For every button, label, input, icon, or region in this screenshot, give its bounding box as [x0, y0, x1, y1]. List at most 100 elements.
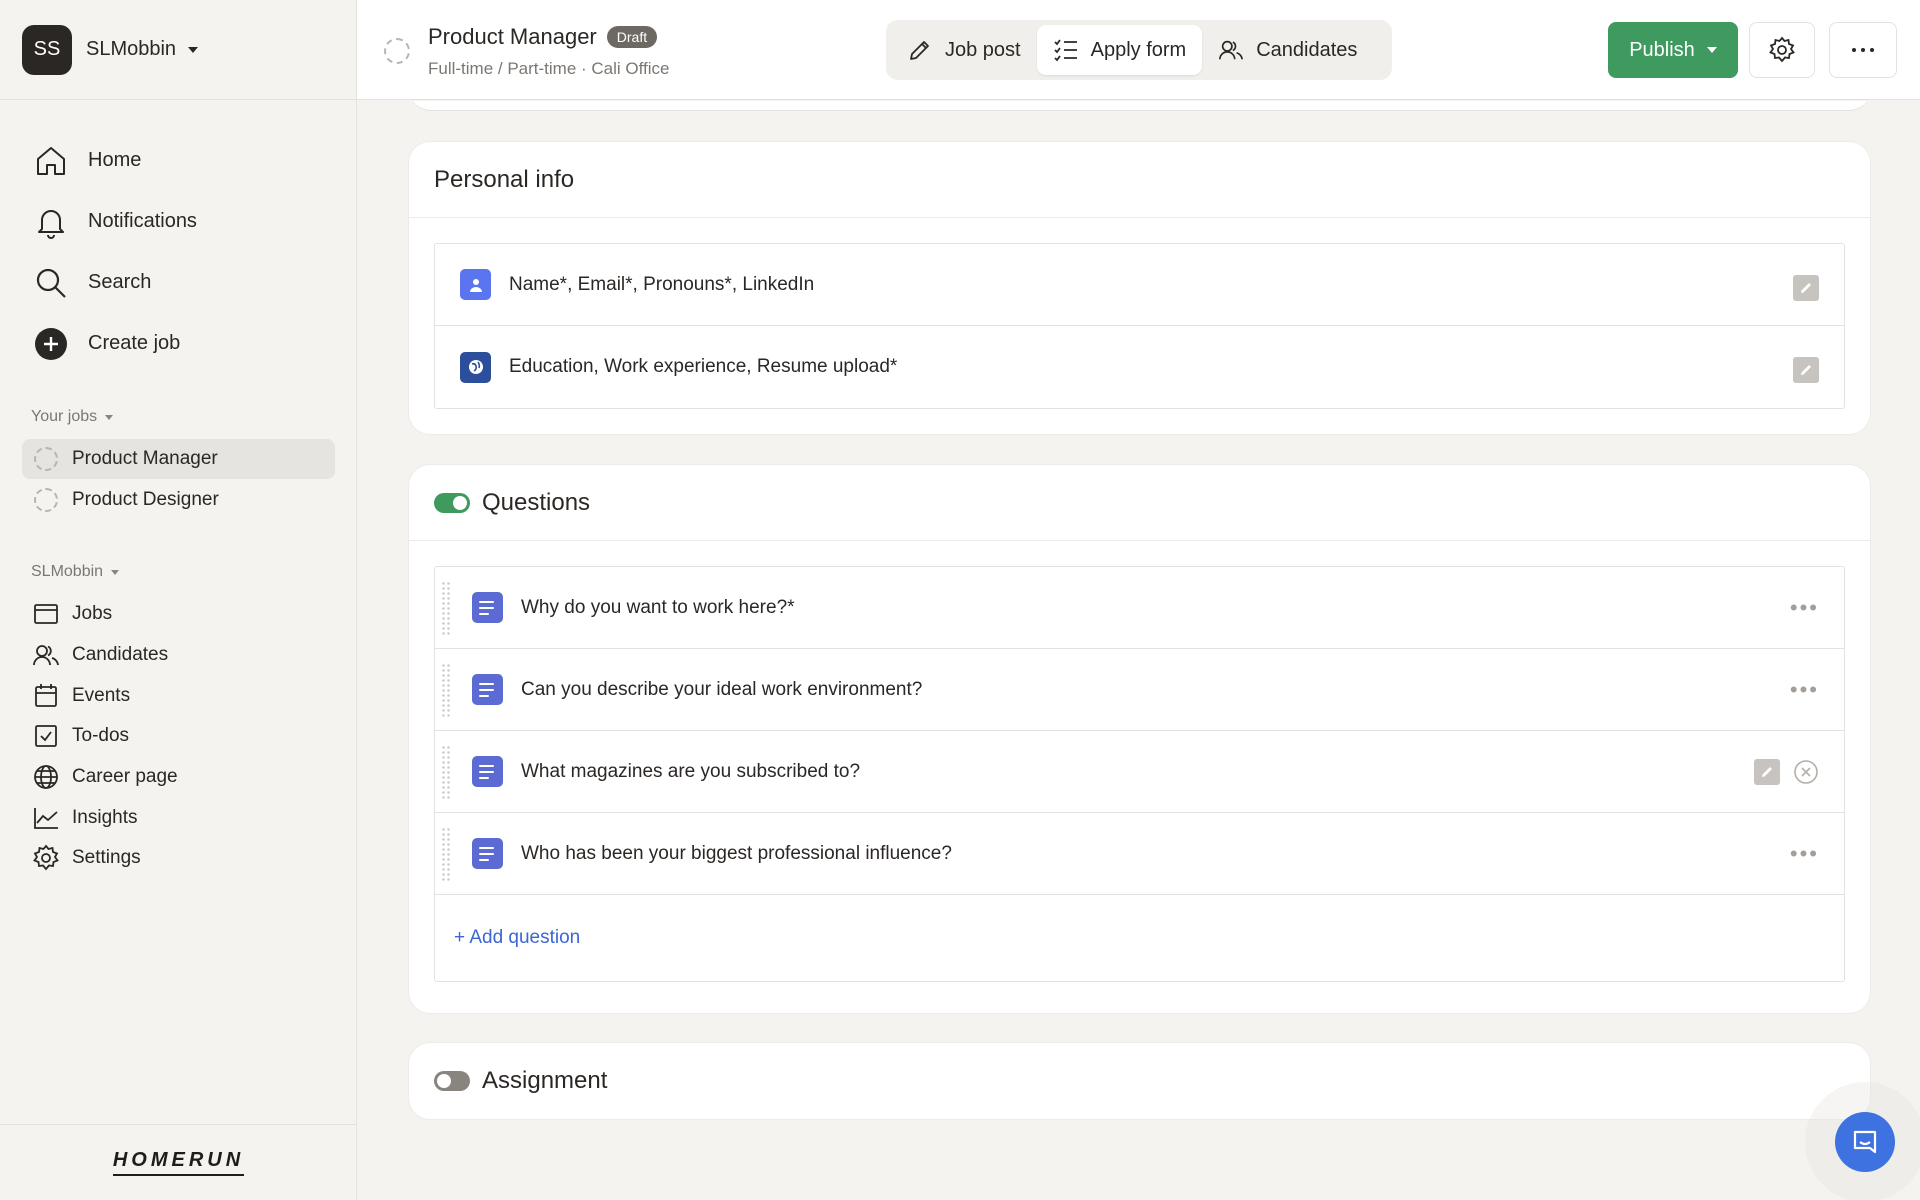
personal-info-list: Name*, Email*, Pronouns*, LinkedIn Educa…: [434, 243, 1845, 409]
job-item-product-manager[interactable]: Product Manager: [22, 439, 335, 479]
more-horizontal-icon[interactable]: •••: [1790, 595, 1819, 621]
drag-handle-icon[interactable]: [441, 581, 451, 635]
person-icon: [460, 269, 491, 300]
nav-item-home[interactable]: Home: [0, 130, 356, 191]
nav-item-notifications[interactable]: Notifications: [0, 191, 356, 252]
tab-candidates[interactable]: Candidates: [1202, 25, 1373, 75]
section-label: SLMobbin: [31, 563, 104, 580]
questions-card: Questions Why do you want to work here?*…: [408, 464, 1871, 1014]
text-question-icon: [472, 674, 503, 705]
checkbox-icon: [35, 725, 57, 748]
homerun-logo: HOMERUN: [112, 1149, 245, 1176]
more-horizontal-icon: [1852, 48, 1874, 52]
your-jobs-heading[interactable]: Your jobs: [0, 408, 114, 426]
personal-info-card: Personal info Name*, Email*, Pronouns*, …: [408, 141, 1871, 435]
more-options-button[interactable]: [1829, 22, 1897, 78]
chevron-down-icon: [111, 569, 120, 575]
more-horizontal-icon[interactable]: •••: [1790, 677, 1819, 703]
apply-form-content: Personal info Name*, Email*, Pronouns*, …: [357, 101, 1920, 1200]
assignment-toggle[interactable]: [434, 1071, 470, 1091]
card-title: Questions: [482, 488, 591, 516]
nav-item-settings[interactable]: Settings: [0, 838, 357, 879]
more-horizontal-icon[interactable]: •••: [1790, 841, 1819, 867]
personal-info-row[interactable]: Name*, Email*, Pronouns*, LinkedIn: [435, 244, 1844, 326]
nav-item-label: Events: [72, 684, 131, 706]
chevron-down-icon: [188, 46, 199, 53]
add-question-button[interactable]: + Add question: [435, 895, 1844, 981]
nav-item-todos[interactable]: To-dos: [0, 716, 357, 757]
view-tabs: Job post Apply form Candidates: [886, 20, 1392, 80]
draft-status-icon: [34, 488, 58, 512]
bell-icon: [38, 209, 64, 239]
drag-handle-icon[interactable]: [441, 745, 451, 799]
nav-item-label: Candidates: [72, 644, 169, 666]
pencil-icon: [910, 41, 929, 60]
workspace-switcher[interactable]: SS SLMobbin: [0, 0, 356, 100]
nav-item-label: Create job: [88, 332, 181, 354]
jobs-list: Product Manager Product Designer: [22, 439, 335, 521]
draft-status-icon: [384, 38, 410, 64]
chevron-down-icon: [1706, 47, 1717, 53]
gear-icon: [1769, 36, 1795, 63]
job-settings-button[interactable]: [1749, 22, 1815, 78]
nav-item-insights[interactable]: Insights: [0, 797, 357, 838]
sidebar: SS SLMobbin Home Notifications Search Cr…: [0, 0, 357, 1200]
main-nav: Home Notifications Search Create job: [0, 100, 356, 374]
job-item-product-designer[interactable]: Product Designer: [22, 480, 335, 520]
remove-icon[interactable]: [1793, 759, 1819, 790]
home-icon: [37, 146, 65, 175]
questions-toggle[interactable]: [434, 492, 470, 513]
publish-label: Publish: [1629, 38, 1695, 61]
text-question-icon: [472, 592, 503, 623]
chevron-down-icon: [105, 414, 114, 420]
toggle-knob: [437, 1074, 451, 1088]
card-title: Assignment: [482, 1067, 608, 1094]
nav-item-career-page[interactable]: Career page: [0, 757, 357, 798]
tab-apply-form[interactable]: Apply form: [1036, 25, 1203, 75]
nav-item-create-job[interactable]: Create job: [0, 313, 356, 374]
nav-item-label: Insights: [72, 806, 138, 828]
tab-label: Candidates: [1256, 38, 1358, 61]
nav-item-candidates[interactable]: Candidates: [0, 635, 357, 676]
candidates-icon: [33, 645, 59, 666]
drag-handle-icon[interactable]: [441, 827, 451, 881]
workspace-avatar: SS: [22, 24, 72, 75]
job-item-label: Product Manager: [72, 448, 218, 469]
drag-handle-icon[interactable]: [441, 663, 451, 717]
nav-item-label: Search: [88, 271, 152, 293]
row-text: Education, Work experience, Resume uploa…: [509, 356, 898, 377]
org-nav: Jobs Candidates Events To-dos Career pag…: [0, 594, 357, 879]
checklist-icon: [1053, 39, 1077, 62]
candidates-icon: [1219, 40, 1244, 60]
edit-icon[interactable]: [1793, 275, 1819, 301]
question-row[interactable]: Who has been your biggest professional i…: [435, 813, 1844, 895]
jobs-icon: [34, 604, 58, 625]
edit-icon[interactable]: [1754, 759, 1780, 785]
section-label: Your jobs: [31, 408, 98, 425]
nav-item-jobs[interactable]: Jobs: [0, 594, 357, 635]
question-row[interactable]: Can you describe your ideal work environ…: [435, 649, 1844, 731]
personal-info-row[interactable]: Education, Work experience, Resume uploa…: [435, 326, 1844, 408]
chat-icon: [1853, 1130, 1877, 1154]
edit-icon[interactable]: [1793, 357, 1819, 383]
tab-label: Job post: [945, 38, 1021, 61]
job-item-label: Product Designer: [72, 489, 219, 510]
question-row[interactable]: What magazines are you subscribed to?: [435, 731, 1844, 813]
gear-icon: [33, 845, 59, 871]
nav-item-events[interactable]: Events: [0, 675, 357, 716]
questions-list: Why do you want to work here?* ••• Can y…: [434, 566, 1845, 982]
text-question-icon: [472, 756, 503, 787]
workspace-name: SLMobbin: [86, 38, 177, 60]
question-row[interactable]: Why do you want to work here?* •••: [435, 567, 1844, 649]
globe-icon: [34, 765, 58, 789]
nav-item-label: Career page: [72, 766, 178, 788]
publish-button[interactable]: Publish: [1608, 22, 1738, 78]
tab-job-post[interactable]: Job post: [891, 25, 1037, 75]
chat-support-button[interactable]: [1835, 1112, 1895, 1172]
top-bar: Product Manager Draft Full-time / Part-t…: [357, 0, 1920, 100]
org-heading[interactable]: SLMobbin: [0, 563, 120, 581]
job-subtitle: Full-time / Part-time · Cali Office: [428, 59, 670, 78]
row-text: Name*, Email*, Pronouns*, LinkedIn: [509, 273, 815, 295]
nav-item-search[interactable]: Search: [0, 252, 356, 313]
search-icon: [36, 268, 66, 298]
